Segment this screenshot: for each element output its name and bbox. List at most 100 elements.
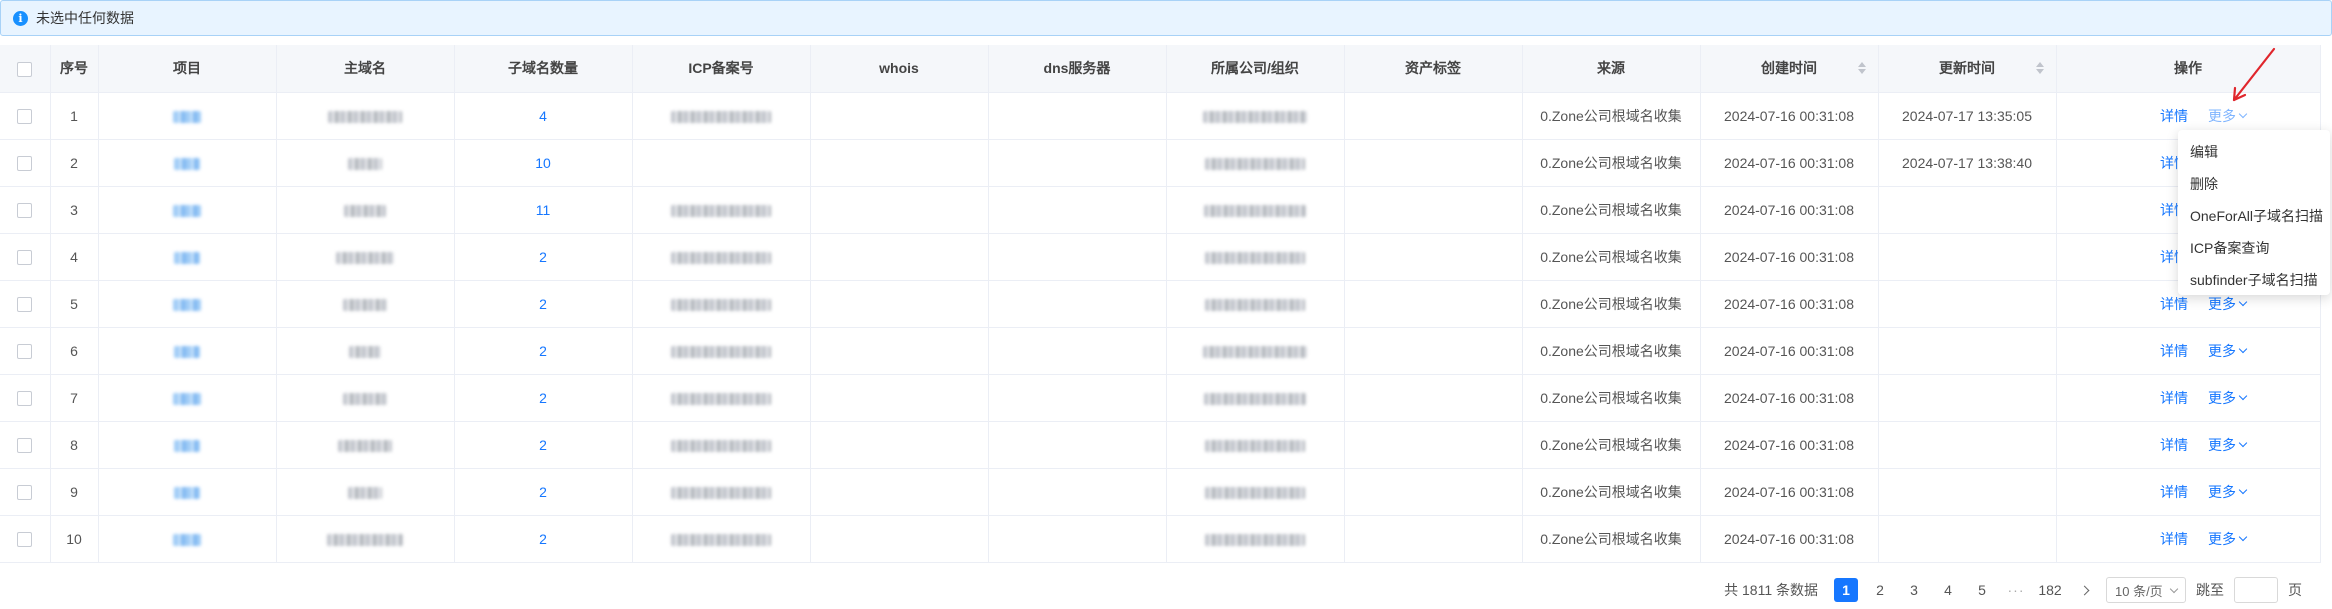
select-all-checkbox[interactable] bbox=[17, 61, 33, 77]
table-row[interactable]: 2 10 0.Zone公司根域名收集 2024-07-16 00:31:08 2024-… bbox=[0, 139, 2321, 187]
row-checkbox[interactable] bbox=[17, 437, 33, 453]
row-checkbox[interactable] bbox=[17, 202, 33, 218]
more-button[interactable]: 更多 bbox=[2208, 388, 2248, 408]
source-text: 0.Zone公司根域名收集 bbox=[1540, 154, 1682, 171]
header-created-time[interactable]: 创建时间 bbox=[1700, 45, 1879, 93]
row-checkbox[interactable] bbox=[17, 390, 33, 406]
source-text: 0.Zone公司根域名收集 bbox=[1540, 342, 1682, 359]
subdomain-count-link[interactable]: 2 bbox=[539, 343, 547, 359]
menu-item-oneforall-scan[interactable]: OneForAll子域名扫描 bbox=[2178, 200, 2330, 232]
menu-item-subfinder-scan[interactable]: subfinder子域名扫描 bbox=[2178, 264, 2330, 296]
source-text: 0.Zone公司根域名收集 bbox=[1540, 295, 1682, 312]
table-row[interactable]: 8 2 0.Zone公司根域名收集 2024-07-16 00:31:08 详情 更多 bbox=[0, 421, 2321, 469]
chevron-down-icon bbox=[2169, 584, 2179, 593]
project-link[interactable] bbox=[173, 298, 201, 311]
table-row[interactable]: 6 2 0.Zone公司根域名收集 2024-07-16 00:31:08 详情 更多 bbox=[0, 327, 2321, 375]
page-1-button[interactable]: 1 bbox=[1834, 578, 1858, 602]
icp-text bbox=[671, 392, 771, 405]
page-4-button[interactable]: 4 bbox=[1936, 578, 1960, 602]
row-actions: 详情 更多 bbox=[2057, 435, 2320, 455]
subdomain-count-link[interactable]: 2 bbox=[539, 390, 547, 406]
row-checkbox[interactable] bbox=[17, 249, 33, 265]
project-link[interactable] bbox=[173, 533, 201, 546]
menu-item-delete[interactable]: 删除 bbox=[2178, 168, 2330, 200]
detail-button[interactable]: 详情 bbox=[2160, 529, 2188, 549]
table-row[interactable]: 7 2 0.Zone公司根域名收集 2024-07-16 00:31:08 详情 更多 bbox=[0, 374, 2321, 422]
main-domain-cell bbox=[276, 374, 455, 422]
detail-button[interactable]: 详情 bbox=[2160, 341, 2188, 361]
subdomain-count-link[interactable]: 11 bbox=[536, 202, 551, 218]
subdomain-count-link[interactable]: 2 bbox=[539, 296, 547, 312]
icp-cell bbox=[632, 186, 811, 234]
more-button[interactable]: 更多 bbox=[2208, 435, 2248, 455]
row-checkbox[interactable] bbox=[17, 296, 33, 312]
table-row[interactable]: 420.Zone公司根域名收集2024-07-16 00:31:08 详情 更多 bbox=[0, 233, 2321, 281]
next-page-icon[interactable] bbox=[2072, 578, 2096, 602]
table-row[interactable]: 5 2 0.Zone公司根域名收集 2024-07-16 00:31:08 详情 更多 bbox=[0, 280, 2321, 328]
jump-page-input[interactable] bbox=[2234, 577, 2278, 603]
page-2-button[interactable]: 2 bbox=[1868, 578, 1892, 602]
menu-item-icp-query[interactable]: ICP备案查询 bbox=[2178, 232, 2330, 264]
whois-cell bbox=[810, 280, 989, 328]
page-3-button[interactable]: 3 bbox=[1902, 578, 1926, 602]
row-checkbox[interactable] bbox=[17, 155, 33, 171]
domain-table: 序号 项目 主域名 子域名数量 ICP备案号 whois dns服务器 所属公司… bbox=[0, 45, 2321, 563]
header-updated-time[interactable]: 更新时间 bbox=[1878, 45, 2057, 93]
page-5-button[interactable]: 5 bbox=[1970, 578, 1994, 602]
source-cell: 0.Zone公司根域名收集 bbox=[1522, 515, 1701, 563]
source-cell: 0.Zone公司根域名收集 bbox=[1522, 186, 1701, 234]
project-link[interactable] bbox=[173, 204, 201, 217]
table-row[interactable]: 1 4 0.Zone公司根域名收集 2024-07-16 00:31:08 2024-0… bbox=[0, 92, 2321, 140]
project-link[interactable] bbox=[174, 251, 200, 264]
subdomain-count-link[interactable]: 2 bbox=[539, 437, 547, 453]
row-select-cell bbox=[0, 280, 51, 328]
sort-icon[interactable] bbox=[1857, 62, 1866, 75]
icp-text bbox=[671, 439, 771, 452]
company-cell bbox=[1166, 280, 1345, 328]
subdomain-count-cell: 2 bbox=[454, 233, 633, 281]
page-ellipsis[interactable]: ··· bbox=[2004, 578, 2028, 602]
more-button[interactable]: 更多 bbox=[2208, 482, 2248, 502]
table-row[interactable]: 10 2 0.Zone公司根域名收集 2024-07-16 00:31:08 详情 更… bbox=[0, 515, 2321, 563]
detail-button[interactable]: 详情 bbox=[2160, 388, 2188, 408]
main-domain-text bbox=[348, 486, 382, 499]
row-select-cell bbox=[0, 515, 51, 563]
last-page-button[interactable]: 182 bbox=[2038, 578, 2062, 602]
more-button[interactable]: 更多 bbox=[2208, 294, 2248, 314]
detail-button[interactable]: 详情 bbox=[2160, 435, 2188, 455]
project-link[interactable] bbox=[173, 110, 201, 123]
more-button[interactable]: 更多 bbox=[2208, 341, 2248, 361]
subdomain-count-link[interactable]: 10 bbox=[535, 155, 551, 171]
sort-icon[interactable] bbox=[2035, 62, 2044, 75]
created-time-text: 2024-07-16 00:31:08 bbox=[1724, 154, 1854, 171]
more-button[interactable]: 更多 bbox=[2208, 106, 2248, 126]
row-select-cell bbox=[0, 421, 51, 469]
project-link[interactable] bbox=[174, 439, 200, 452]
detail-button[interactable]: 详情 bbox=[2160, 482, 2188, 502]
project-link[interactable] bbox=[173, 392, 201, 405]
detail-button[interactable]: 详情 bbox=[2160, 106, 2188, 126]
more-button[interactable]: 更多 bbox=[2208, 529, 2248, 549]
row-checkbox[interactable] bbox=[17, 484, 33, 500]
row-checkbox[interactable] bbox=[17, 108, 33, 124]
table-row[interactable]: 3110.Zone公司根域名收集2024-07-16 00:31:08 详情 更… bbox=[0, 186, 2321, 234]
chevron-down-icon bbox=[2238, 344, 2248, 354]
project-link[interactable] bbox=[174, 157, 200, 170]
subdomain-count-link[interactable]: 2 bbox=[539, 249, 547, 265]
subdomain-count-link[interactable]: 2 bbox=[539, 484, 547, 500]
subdomain-count-cell: 2 bbox=[454, 280, 633, 328]
updated-time-cell bbox=[1878, 186, 2057, 234]
project-link[interactable] bbox=[174, 345, 200, 358]
menu-item-edit[interactable]: 编辑 bbox=[2178, 136, 2330, 168]
subdomain-count-link[interactable]: 2 bbox=[539, 531, 547, 547]
company-cell bbox=[1166, 233, 1345, 281]
subdomain-count-link[interactable]: 4 bbox=[539, 108, 547, 124]
header-subdomain-count: 子域名数量 bbox=[454, 45, 633, 93]
table-row[interactable]: 9 2 0.Zone公司根域名收集 2024-07-16 00:31:08 详情 更多 bbox=[0, 468, 2321, 516]
row-checkbox[interactable] bbox=[17, 531, 33, 547]
page-size-select[interactable]: 10 条/页 bbox=[2106, 577, 2186, 603]
detail-button[interactable]: 详情 bbox=[2160, 294, 2188, 314]
row-checkbox[interactable] bbox=[17, 343, 33, 359]
project-link[interactable] bbox=[174, 486, 200, 499]
icp-text bbox=[671, 298, 771, 311]
